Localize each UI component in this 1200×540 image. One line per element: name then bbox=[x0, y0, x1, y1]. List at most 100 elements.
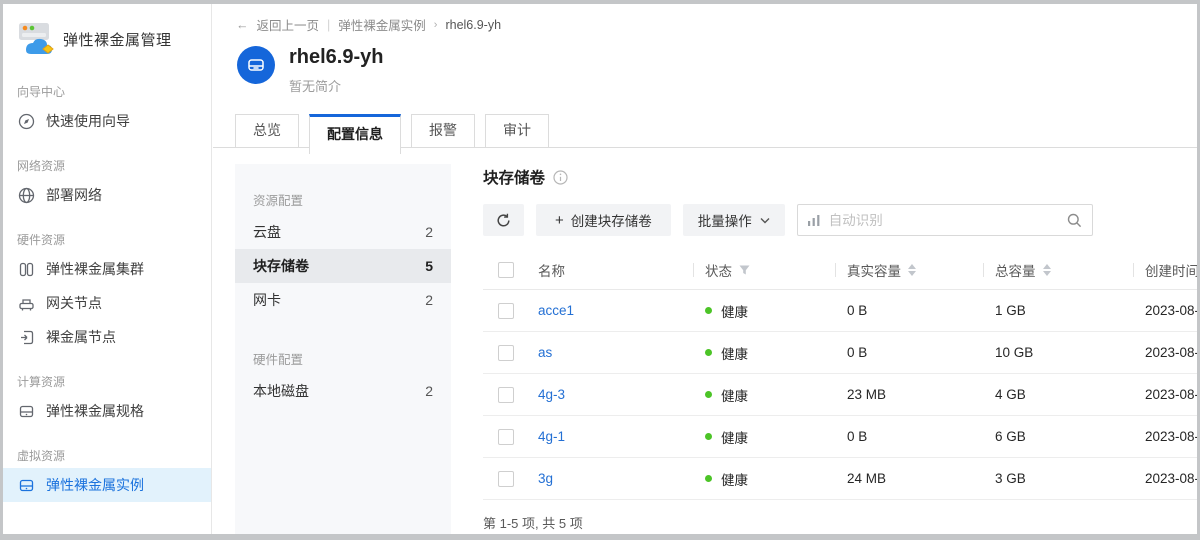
real-capacity-value: 0 B bbox=[835, 303, 983, 318]
column-header-name[interactable]: 名称 bbox=[538, 260, 693, 280]
tab-overview[interactable]: 总览 bbox=[235, 114, 299, 147]
row-checkbox[interactable] bbox=[498, 429, 514, 445]
volume-name-link[interactable]: 4g-3 bbox=[538, 387, 565, 402]
status-text: 健康 bbox=[721, 469, 748, 489]
config-nav-count: 2 bbox=[425, 383, 433, 399]
column-header-real-capacity[interactable]: 真实容量 bbox=[835, 260, 983, 280]
refresh-icon bbox=[496, 213, 511, 228]
sidebar-item-cluster[interactable]: 弹性裸金属集群 bbox=[3, 252, 211, 286]
sidebar-item-deploy-network[interactable]: 部署网络 bbox=[3, 178, 211, 212]
compass-icon bbox=[18, 113, 35, 130]
config-nav-item-nic[interactable]: 网卡 2 bbox=[235, 283, 451, 317]
real-capacity-value: 24 MB bbox=[835, 471, 983, 486]
batch-actions-label: 批量操作 bbox=[698, 210, 752, 230]
info-icon[interactable] bbox=[553, 170, 568, 185]
real-capacity-value: 23 MB bbox=[835, 387, 983, 402]
config-nav-item-cloud-disk[interactable]: 云盘 2 bbox=[235, 215, 451, 249]
volume-name-link[interactable]: as bbox=[538, 345, 552, 360]
row-checkbox[interactable] bbox=[498, 303, 514, 319]
created-time-value: 2023-08-0 bbox=[1133, 387, 1197, 402]
tab-config-info[interactable]: 配置信息 bbox=[309, 114, 401, 154]
batch-actions-button[interactable]: 批量操作 bbox=[683, 204, 785, 236]
total-capacity-value: 1 GB bbox=[983, 303, 1133, 318]
cluster-icon bbox=[18, 261, 35, 278]
search-box[interactable] bbox=[797, 204, 1093, 236]
sidebar-item-label: 裸金属节点 bbox=[46, 327, 116, 347]
config-nav-count: 5 bbox=[425, 258, 433, 274]
sidebar-item-quick-wizard[interactable]: 快速使用向导 bbox=[3, 104, 211, 138]
sidebar-section-wizard: 向导中心 bbox=[17, 83, 211, 100]
app-logo-icon bbox=[16, 20, 56, 58]
refresh-button[interactable] bbox=[483, 204, 524, 236]
instance-icon bbox=[18, 477, 35, 494]
search-icon[interactable] bbox=[1067, 213, 1082, 228]
real-capacity-value: 0 B bbox=[835, 429, 983, 444]
instance-avatar-icon bbox=[237, 46, 275, 84]
toolbar: + 创建块存储卷 批量操作 bbox=[483, 204, 1197, 236]
sidebar-item-label: 弹性裸金属规格 bbox=[46, 401, 144, 421]
sort-icon[interactable] bbox=[1043, 264, 1051, 276]
app-title: 弹性裸金属管理 bbox=[63, 29, 172, 50]
config-nav-item-local-disk[interactable]: 本地磁盘 2 bbox=[235, 374, 451, 408]
status-dot bbox=[705, 391, 712, 398]
sidebar-item-flavor[interactable]: 弹性裸金属规格 bbox=[3, 394, 211, 428]
status-text: 健康 bbox=[721, 343, 748, 363]
block-volume-panel: 块存储卷 + 创建块存储卷 bbox=[483, 164, 1197, 534]
column-header-total-capacity[interactable]: 总容量 bbox=[983, 260, 1133, 280]
create-volume-button[interactable]: + 创建块存储卷 bbox=[536, 204, 671, 236]
real-capacity-value: 0 B bbox=[835, 345, 983, 360]
tab-bar: 总览 配置信息 报警 审计 bbox=[213, 108, 1197, 148]
node-icon bbox=[18, 329, 35, 346]
total-capacity-value: 6 GB bbox=[983, 429, 1133, 444]
tab-audit[interactable]: 审计 bbox=[485, 114, 549, 147]
sidebar-item-instance[interactable]: 弹性裸金属实例 bbox=[3, 468, 211, 502]
sort-icon[interactable] bbox=[908, 264, 916, 276]
volume-name-link[interactable]: 3g bbox=[538, 471, 553, 486]
created-time-value: 2023-08-0 bbox=[1133, 303, 1197, 318]
back-arrow-icon[interactable]: ← bbox=[236, 18, 249, 32]
server-icon bbox=[18, 403, 35, 420]
config-nav-label: 本地磁盘 bbox=[253, 381, 309, 401]
sidebar-section-hardware: 硬件资源 bbox=[17, 231, 211, 248]
search-input[interactable] bbox=[829, 213, 1059, 228]
sidebar-item-label: 部署网络 bbox=[46, 185, 102, 205]
tab-alarm[interactable]: 报警 bbox=[411, 114, 475, 147]
row-checkbox[interactable] bbox=[498, 387, 514, 403]
config-nav-item-block-volume[interactable]: 块存储卷 5 bbox=[235, 249, 451, 283]
breadcrumb-back-link[interactable]: 返回上一页 bbox=[257, 15, 320, 34]
config-nav-label: 块存储卷 bbox=[253, 256, 309, 276]
table-row: as 健康 0 B 10 GB 2023-08-0 bbox=[483, 332, 1197, 374]
config-nav-label: 云盘 bbox=[253, 222, 281, 242]
select-all-checkbox[interactable] bbox=[498, 262, 514, 278]
column-header-created[interactable]: 创建时间 bbox=[1133, 260, 1197, 280]
breadcrumb-parent-link[interactable]: 弹性裸金属实例 bbox=[338, 15, 426, 34]
breadcrumb: ← 返回上一页 | 弹性裸金属实例 › rhel6.9-yh bbox=[213, 4, 1197, 34]
sidebar-item-gateway-node[interactable]: 网关节点 bbox=[3, 286, 211, 320]
volume-name-link[interactable]: 4g-1 bbox=[538, 429, 565, 444]
page-header: rhel6.9-yh 暂无简介 bbox=[237, 44, 1197, 95]
gateway-icon bbox=[18, 295, 35, 312]
volume-name-link[interactable]: acce1 bbox=[538, 303, 574, 318]
sidebar-item-baremetal-node[interactable]: 裸金属节点 bbox=[3, 320, 211, 354]
created-time-value: 2023-08-0 bbox=[1133, 345, 1197, 360]
sidebar-item-label: 弹性裸金属集群 bbox=[46, 259, 144, 279]
filter-bars-icon bbox=[808, 214, 821, 226]
config-nav-label: 网卡 bbox=[253, 290, 281, 310]
status-dot bbox=[705, 433, 712, 440]
table-row: 3g 健康 24 MB 3 GB 2023-08-0 bbox=[483, 458, 1197, 500]
breadcrumb-chevron-icon: › bbox=[434, 19, 438, 31]
column-header-status[interactable]: 状态 bbox=[693, 260, 835, 280]
row-checkbox[interactable] bbox=[498, 345, 514, 361]
sidebar-section-network: 网络资源 bbox=[17, 157, 211, 174]
filter-funnel-icon[interactable] bbox=[739, 265, 750, 275]
pagination-summary: 第 1-5 项, 共 5 项 bbox=[483, 500, 1197, 534]
created-time-value: 2023-08-0 bbox=[1133, 429, 1197, 444]
config-body: 资源配置 云盘 2 块存储卷 5 网卡 2 硬件配置 本地磁盘 2 bbox=[213, 164, 1197, 534]
config-section-hardware: 硬件配置 bbox=[253, 349, 451, 368]
volume-table: 名称 状态 真实容量 bbox=[483, 250, 1197, 534]
table-row: 4g-1 健康 0 B 6 GB 2023-08-0 bbox=[483, 416, 1197, 458]
status-dot bbox=[705, 349, 712, 356]
breadcrumb-current: rhel6.9-yh bbox=[445, 18, 501, 32]
total-capacity-value: 3 GB bbox=[983, 471, 1133, 486]
row-checkbox[interactable] bbox=[498, 471, 514, 487]
